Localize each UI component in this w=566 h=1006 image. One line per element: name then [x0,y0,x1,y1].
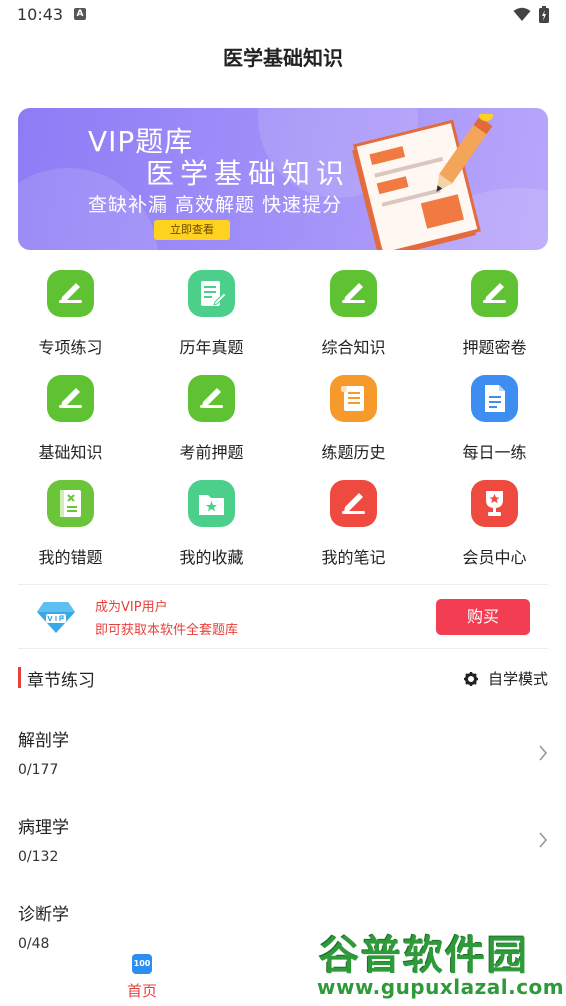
chapter-progress: 0/177 [18,762,59,778]
document-icon [471,375,518,422]
vip-promo: 成为VIP用户 即可获取本软件全套题库 购买 [18,586,548,648]
home-100-icon: 100 [132,954,152,974]
trophy-icon [471,480,518,527]
chapter-name: 解剖学 [18,731,69,751]
exam-paper-illustration [351,114,493,250]
divider [18,648,548,649]
chapter-item[interactable]: 病理学 0/132 [18,813,548,883]
note-pen-icon [330,480,377,527]
section-title: 章节练习 [27,671,95,691]
grid-label: 每日一练 [462,443,527,462]
grid-item-special-practice[interactable]: 专项练习 [0,262,141,367]
exam-pen-icon [330,270,377,317]
grid-label: 我的收藏 [179,548,244,567]
grid-label: 专项练习 [38,338,103,357]
star-folder-icon [188,480,235,527]
grid-item-practice-history[interactable]: 练题历史 [283,367,424,472]
exam-pen-icon [188,375,235,422]
study-mode-toggle[interactable]: 自学模式 [463,668,548,689]
grid-label: 押题密卷 [462,338,527,357]
grid-item-my-favorites[interactable]: 我的收藏 [141,472,282,577]
notification-icon: A [74,8,86,20]
exam-pen-icon [471,270,518,317]
grid-label: 基础知识 [38,443,103,462]
status-time: 10:43 [17,5,64,24]
chevron-right-icon [539,832,548,848]
grid-label: 我的笔记 [321,548,386,567]
banner-slogan: 查缺补漏 高效解题 快速提分 [88,194,343,216]
grid-item-general-knowledge[interactable]: 综合知识 [283,262,424,367]
buy-button[interactable]: 购买 [436,599,530,635]
tab-home-label: 首页 [126,982,157,1000]
section-accent-bar [18,667,21,688]
watermark-url: www.gupuxlazal.com [317,975,565,999]
grid-label: 会员中心 [462,548,527,567]
grid-label: 我的错题 [38,548,103,567]
exam-pen-icon [47,375,94,422]
banner-view-button[interactable]: 立即查看 [154,220,230,240]
vip-description: 即可获取本软件全套题库 [95,623,239,638]
vip-headline: 成为VIP用户 [95,600,168,615]
divider [18,584,548,585]
gear-icon [463,671,478,686]
chapter-item[interactable]: 解剖学 0/177 [18,726,548,796]
vip-diamond-icon [37,602,75,633]
chapter-section-header: 章节练习 自学模式 [18,665,548,691]
battery-icon [539,6,549,23]
grid-label: 历年真题 [179,338,244,357]
grid-label: 练题历史 [321,443,386,462]
banner-subtitle: 医学基础知识 [146,157,351,190]
grid-item-past-exams[interactable]: 历年真题 [141,262,282,367]
watermark-logo-text: 谷普软件园 [319,933,529,979]
chapter-name: 诊断学 [18,905,69,925]
wifi-icon [513,7,531,21]
note-edit-icon [188,270,235,317]
grid-label: 考前押题 [179,443,244,462]
chapter-name: 病理学 [18,818,69,838]
chapter-progress: 0/132 [18,849,59,865]
grid-item-member-center[interactable]: 会员中心 [424,472,565,577]
exam-pen-icon [47,270,94,317]
grid-item-predicted-papers[interactable]: 押题密卷 [424,262,565,367]
grid-item-my-notes[interactable]: 我的笔记 [283,472,424,577]
grid-item-daily-practice[interactable]: 每日一练 [424,367,565,472]
grid-item-my-mistakes[interactable]: 我的错题 [0,472,141,577]
tab-home[interactable]: 100 首页 [112,954,172,1001]
grid-item-pre-exam-prediction[interactable]: 考前押题 [141,367,282,472]
grid-label: 综合知识 [321,338,386,357]
status-bar: 10:43 A [0,0,566,30]
study-mode-label: 自学模式 [487,670,548,688]
grid-item-basic-knowledge[interactable]: 基础知识 [0,367,141,472]
site-watermark: 谷普软件园 www.gupuxlazal.com [311,917,566,1006]
scroll-icon [330,375,377,422]
vip-banner[interactable]: VIP题库 医学基础知识 查缺补漏 高效解题 快速提分 立即查看 [18,108,548,250]
page-title: 医学基础知识 [223,46,343,70]
error-book-icon [47,480,94,527]
chevron-right-icon [539,745,548,761]
